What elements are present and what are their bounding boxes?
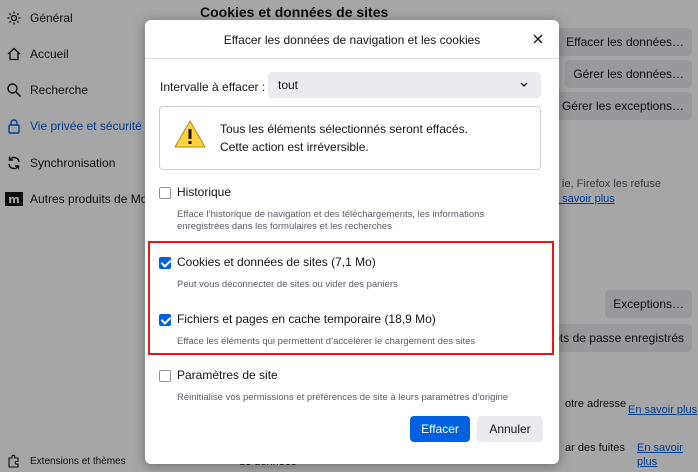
option-description: Efface l’historique de navigation et des… bbox=[177, 209, 485, 232]
warning-text: Cette action est irréversible. bbox=[220, 140, 369, 154]
chevron-down-icon bbox=[520, 82, 528, 87]
dialog-title: Effacer les données de navigation et les… bbox=[223, 33, 481, 47]
cookies-checkbox[interactable] bbox=[159, 257, 171, 269]
option-label: Cookies et données de sites (7,1 Mo) bbox=[177, 255, 376, 269]
option-label: Paramètres de site bbox=[177, 368, 278, 382]
option-description: Efface les éléments qui permettent d’acc… bbox=[177, 336, 476, 347]
cancel-button[interactable]: Annuler bbox=[477, 416, 543, 442]
range-select[interactable]: tout bbox=[268, 72, 541, 98]
option-description: Réinitialise vos permissions et préféren… bbox=[177, 392, 509, 403]
warning-text: Tous les éléments sélectionnés seront ef… bbox=[220, 122, 468, 136]
range-label: Intervalle à effacer : bbox=[160, 80, 266, 94]
site-settings-checkbox[interactable] bbox=[159, 370, 171, 382]
warning-box: Tous les éléments sélectionnés seront ef… bbox=[159, 106, 541, 170]
close-icon bbox=[533, 34, 543, 44]
clear-data-dialog: Effacer les données de navigation et les… bbox=[145, 20, 559, 464]
clear-button[interactable]: Effacer bbox=[410, 416, 470, 442]
cache-checkbox[interactable] bbox=[159, 314, 171, 326]
history-checkbox[interactable] bbox=[159, 187, 171, 199]
divider bbox=[145, 58, 559, 59]
option-description: Peut vous déconnecter de sites ou vider … bbox=[177, 279, 398, 290]
warning-icon bbox=[174, 119, 206, 148]
option-label: Fichiers et pages en cache temporaire (1… bbox=[177, 312, 436, 326]
close-button[interactable] bbox=[525, 26, 551, 52]
option-label: Historique bbox=[177, 185, 232, 199]
range-select-value: tout bbox=[278, 78, 299, 92]
